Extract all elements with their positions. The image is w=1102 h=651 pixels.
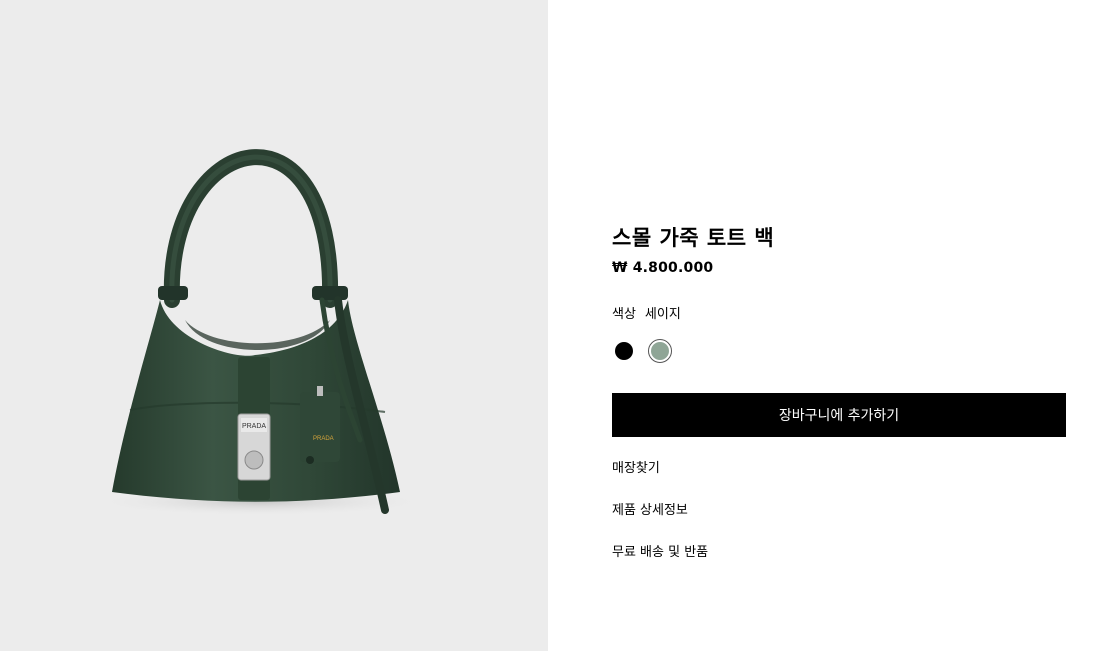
product-details-link[interactable]: 제품 상세정보 bbox=[612, 499, 688, 518]
black-swatch[interactable] bbox=[612, 339, 636, 363]
product-image-panel: PRADA PRADA bbox=[0, 0, 548, 651]
color-label-row: 색상 세이지 bbox=[612, 303, 681, 322]
color-label: 색상 bbox=[612, 307, 636, 322]
product-image: PRADA PRADA bbox=[90, 149, 430, 516]
product-page: PRADA PRADA 스몰 가죽 토트 백 ₩ 4.800.000 색상 세이… bbox=[0, 0, 1102, 651]
sage-swatch[interactable] bbox=[648, 339, 672, 363]
product-price: ₩ 4.800.000 bbox=[612, 260, 714, 276]
color-swatches bbox=[612, 339, 672, 363]
product-title: 스몰 가죽 토트 백 bbox=[612, 226, 775, 250]
selected-color-name: 세이지 bbox=[644, 307, 681, 322]
black-swatch-dot bbox=[615, 342, 633, 360]
tag-logo-text: PRADA bbox=[313, 436, 334, 442]
shipping-returns-link[interactable]: 무료 배송 및 반품 bbox=[612, 541, 708, 560]
brand-plate-text: PRADA bbox=[242, 423, 266, 430]
sage-swatch-dot bbox=[651, 342, 669, 360]
product-info-panel: 스몰 가죽 토트 백 ₩ 4.800.000 색상 세이지 장바구니에 추가하기… bbox=[548, 0, 1102, 651]
add-to-cart-button[interactable]: 장바구니에 추가하기 bbox=[612, 393, 1066, 437]
find-store-link[interactable]: 매장찾기 bbox=[612, 457, 660, 476]
